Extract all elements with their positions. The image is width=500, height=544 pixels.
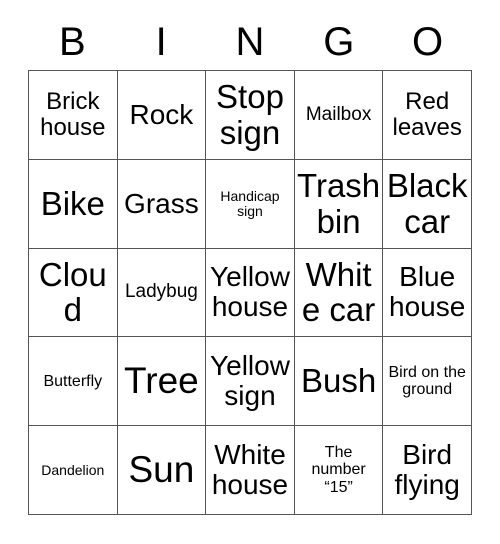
bingo-cell-i2[interactable]: Grass xyxy=(117,159,207,249)
bingo-cell-label: Bush xyxy=(300,362,377,400)
bingo-header-letter-o: O xyxy=(412,20,444,64)
bingo-cell-i4[interactable]: Tree xyxy=(117,337,207,427)
bingo-cell-label: Handicap sign xyxy=(220,187,280,219)
bingo-cell-label: Brick house xyxy=(40,87,106,141)
bingo-cell-n5[interactable]: White house xyxy=(206,426,295,515)
bingo-cell-o1[interactable]: Red leaves xyxy=(383,71,472,160)
bingo-cell-g1[interactable]: Mailbox xyxy=(294,71,384,160)
bingo-cell-label: Yellow sign xyxy=(210,350,290,412)
bingo-cell-label: Sun xyxy=(128,449,195,491)
bingo-cell-label: Grass xyxy=(124,187,199,219)
bingo-header-letter-b: B xyxy=(59,20,86,64)
bingo-cell-o4[interactable]: Bird on the ground xyxy=(383,337,472,427)
bingo-header-row: B I N G O xyxy=(28,14,472,70)
bingo-cell-b5[interactable]: Dandelion xyxy=(29,426,118,515)
bingo-card: B I N G O Brick house Rock Stop sign Mai… xyxy=(0,0,500,544)
bingo-cell-b2[interactable]: Bike xyxy=(29,159,118,249)
bingo-cell-g4[interactable]: Bush xyxy=(294,337,384,427)
bingo-cell-n2[interactable]: Handicap sign xyxy=(206,159,295,249)
bingo-cell-i3[interactable]: Ladybug xyxy=(117,248,207,338)
bingo-header-letter-g: G xyxy=(323,20,355,64)
bingo-cell-b3[interactable]: Cloud xyxy=(29,248,118,338)
bingo-cell-label: Yellow house xyxy=(210,261,290,323)
bingo-cell-g5[interactable]: The number “15” xyxy=(294,426,384,515)
bingo-cell-label: Bike xyxy=(40,184,105,222)
bingo-cell-label: Blue house xyxy=(389,261,466,323)
bingo-header-letter-i: I xyxy=(155,20,167,64)
bingo-cell-i1[interactable]: Rock xyxy=(117,71,207,160)
bingo-cell-o2[interactable]: Black car xyxy=(383,159,472,249)
bingo-cell-label: Rock xyxy=(129,98,194,130)
bingo-cell-label: Tree xyxy=(124,360,199,402)
bingo-cell-label: Dandelion xyxy=(41,461,105,478)
bingo-cell-label: White house xyxy=(211,438,289,501)
bingo-cell-label: Stop sign xyxy=(216,78,284,151)
bingo-cell-label: Cloud xyxy=(38,255,107,329)
bingo-cell-label: Red leaves xyxy=(392,87,462,141)
bingo-cell-label: Black car xyxy=(386,167,468,240)
bingo-cell-b4[interactable]: Butterfly xyxy=(29,337,118,427)
bingo-cell-label: Bird on the ground xyxy=(388,364,466,399)
bingo-cell-label: Butterfly xyxy=(43,372,103,390)
bingo-cell-b1[interactable]: Brick house xyxy=(29,71,118,160)
bingo-cell-n3[interactable]: Yellow house xyxy=(206,248,295,338)
bingo-header-letter-n: N xyxy=(235,20,265,64)
bingo-cell-label: Trash bin xyxy=(297,167,381,240)
bingo-cell-label: Mailbox xyxy=(305,103,372,125)
bingo-cell-n4[interactable]: Yellow sign xyxy=(206,337,295,427)
bingo-grid: Brick house Rock Stop sign Mailbox Red l… xyxy=(28,70,472,515)
bingo-cell-o5[interactable]: Bird flying xyxy=(383,426,472,515)
bingo-cell-g2[interactable]: Trash bin xyxy=(294,159,384,249)
bingo-cell-label: White car xyxy=(301,255,376,329)
bingo-cell-i5[interactable]: Sun xyxy=(117,426,207,515)
bingo-cell-o3[interactable]: Blue house xyxy=(383,248,472,338)
bingo-cell-n1[interactable]: Stop sign xyxy=(206,71,295,160)
bingo-cell-g3[interactable]: White car xyxy=(294,248,384,338)
bingo-cell-label: Bird flying xyxy=(394,438,460,501)
bingo-cell-label: Ladybug xyxy=(124,281,198,303)
bingo-cell-label: The number “15” xyxy=(311,444,366,496)
